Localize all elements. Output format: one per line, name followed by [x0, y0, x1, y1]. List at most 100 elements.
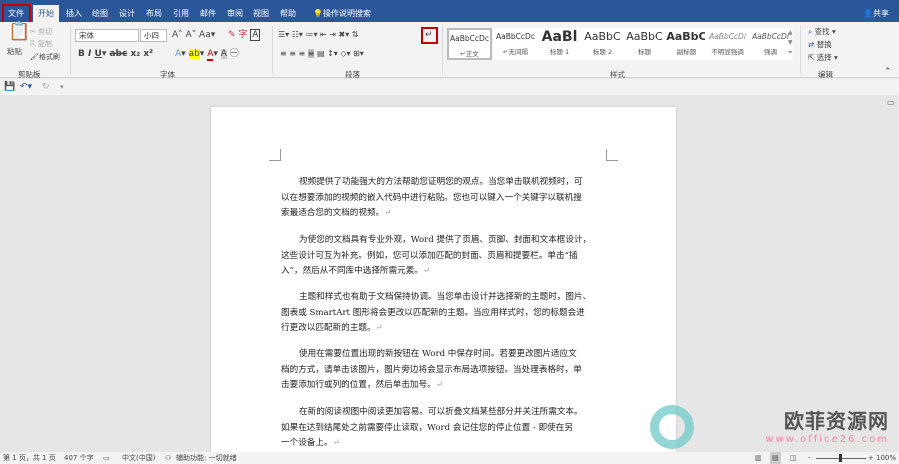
collapse-ribbon-icon[interactable]: ⌃: [884, 66, 892, 78]
styles-scroll[interactable]: ▲ ▼ ⏷: [788, 28, 793, 58]
style-no-spacing[interactable]: AaBbCcDc ↵无间隔: [493, 28, 538, 60]
text-effects-icons[interactable]: A▾ ab▾ A▾ A ㊀: [175, 48, 239, 61]
zoom-level[interactable]: 100%: [876, 452, 896, 464]
text-line: 入”，然后从不同库中选择所需元素。↵: [281, 266, 431, 276]
tab-design[interactable]: 设计: [114, 5, 140, 22]
list-icons[interactable]: ☰▾ ☷▾ ≔▾ ⇤ ⇥ ✖▾ ⇅: [278, 29, 358, 41]
select-label: 选择: [816, 53, 832, 62]
style-emphasis[interactable]: AaBbCcDi 强调: [748, 28, 793, 60]
font-size-select[interactable]: 小四: [140, 29, 167, 42]
text-line: 使用在需要位置出现的新按钮在 Word 中保存时间。若要更改图片适应文: [299, 349, 577, 359]
clear-format-icon[interactable]: ✎ 字 A: [228, 29, 261, 41]
alignment-icons[interactable]: ≡ ≡ ≡ ≡ ▤ ↕▾ ◇▾ ⊞▾: [280, 48, 364, 60]
style-heading-2[interactable]: AaBbC 标题 2: [580, 28, 625, 60]
style-preview: AaBbCcDi: [752, 32, 789, 41]
tab-insert[interactable]: 插入: [61, 5, 87, 22]
margin-mark: [606, 149, 618, 161]
style-preview: AaBbCcDi: [709, 32, 746, 41]
paragraph-mark: ↵: [384, 208, 392, 218]
text-line: 以在想要添加的视频的嵌入代码中进行粘贴。您也可以键入一个关键字以联机搜: [281, 192, 582, 203]
paragraph-mark: ↵: [422, 266, 431, 276]
ribbon-home: 📋 粘贴 ✂ 剪切 ⎘ 复制 🖌格式刷 剪贴板 宋体 小四 A˄ A˅ Aa▾ …: [0, 22, 899, 79]
zoom-in-button[interactable]: +: [868, 452, 874, 464]
zoom-slider-thumb[interactable]: [839, 454, 842, 462]
style-normal[interactable]: AaBbCcDc ↵正文: [447, 28, 492, 60]
accessibility-status[interactable]: 辅助功能: 一切就绪: [176, 452, 237, 464]
print-layout-icon[interactable]: ▤: [770, 452, 781, 464]
paragraph: 主题和样式也有助于文档保持协调。当您单击设计并选择新的主题时，图片、 图表或 Sm…: [281, 290, 611, 337]
format-painter-label: 格式刷: [38, 53, 60, 61]
paragraph: 为使您的文档具有专业外观，Word 提供了页眉、页脚、封面和文本框设计， 这些设计…: [281, 233, 611, 280]
status-bar: 第 1 页，共 1 页 407 个字 ▭ 中文(中国) ⚇ 辅助功能: 一切就绪…: [0, 452, 899, 464]
text-line: 这些设计可互为补充。例如，您可以添加匹配的封面、页眉和提要栏。单击“插: [281, 250, 578, 261]
select-button[interactable]: ⇱ 选择 ▾: [808, 52, 838, 64]
zoom-out-button[interactable]: -: [808, 452, 811, 464]
tab-help[interactable]: 帮助: [275, 5, 301, 22]
accessibility-icon: ⚇: [165, 454, 172, 462]
tab-references[interactable]: 引用: [168, 5, 194, 22]
tab-mailings[interactable]: 邮件: [195, 5, 221, 22]
divider: [272, 26, 273, 74]
divider: [70, 26, 71, 74]
text-line: 如果在达到结尾处之前需要停止读取，Word 会记住您的停止位置 - 即使在另: [281, 422, 573, 433]
paragraph: 使用在需要位置出现的新按钮在 Word 中保存时间。若要更改图片适应文档的方式，…: [281, 347, 611, 394]
web-layout-icon[interactable]: ◫: [790, 452, 797, 464]
font-grow-icon[interactable]: A˄ A˅ Aa▾: [172, 29, 215, 41]
language-indicator[interactable]: 中文(中国): [122, 452, 155, 464]
style-name: ↵正文: [460, 50, 479, 58]
word-count[interactable]: 407 个字: [64, 452, 94, 464]
margin-mark: [269, 149, 281, 161]
share-label: 共享: [872, 9, 889, 18]
ribbon-tabs: 文件 开始 插入 绘图 设计 布局 引用 邮件 审阅 视图 帮助 💡 操作说明搜…: [0, 0, 899, 22]
paragraph-mark: ↵: [332, 438, 340, 448]
style-preview: AaBl: [541, 29, 578, 45]
paragraph: 视频提供了功能强大的方法帮助您证明您的观点。当您单击联机视频时，可 以在想要添加的…: [281, 175, 611, 222]
format-painter-button[interactable]: 🖌格式刷: [30, 51, 60, 63]
document-page[interactable]: 视频提供了功能强大的方法帮助您证明您的观点。当您单击联机视频时，可 以在想要添加的…: [211, 107, 676, 452]
style-preview: AaBbC: [584, 30, 621, 43]
page-count[interactable]: 第 1 页，共 1 页: [3, 452, 56, 464]
tab-review[interactable]: 审阅: [222, 5, 248, 22]
font-name-select[interactable]: 宋体: [75, 29, 139, 42]
tab-draw[interactable]: 绘图: [87, 5, 113, 22]
ruler-toggle-icon[interactable]: ▭: [887, 97, 895, 109]
text-line: 为使您的文档具有专业外观，Word 提供了页眉、页脚、封面和文本框设计，: [299, 235, 592, 245]
divider: [800, 26, 801, 74]
style-preview: AaBbC: [626, 30, 663, 43]
share-button[interactable]: 👤共享: [858, 5, 894, 22]
text-line: 索最适合您的文档的视频。↵: [281, 208, 392, 218]
cut-button[interactable]: ✂ 剪切: [30, 26, 52, 38]
tab-view[interactable]: 视图: [248, 5, 274, 22]
divider: [442, 26, 443, 74]
tell-me-search[interactable]: 操作说明搜索: [318, 5, 376, 22]
watermark-logo: 欧菲资源网 www.office26.com: [650, 405, 889, 449]
font-format-icons[interactable]: B I U▾ abc x₂ x²: [78, 48, 153, 60]
style-name: ↵无间隔: [503, 48, 528, 56]
text-line: 在新的阅读视图中阅读更加容易。可以折叠文档某些部分并关注所需文本。: [299, 407, 583, 417]
customize-qat-icon[interactable]: ▾: [60, 81, 64, 93]
redo-icon[interactable]: ↻: [42, 81, 50, 93]
tab-layout[interactable]: 布局: [141, 5, 167, 22]
paragraph: 在新的阅读视图中阅读更加容易。可以折叠文档某些部分并关注所需文本。如果在达到结尾…: [281, 405, 611, 452]
text-line: 行更改以匹配新的主题。↵: [281, 323, 383, 333]
save-icon[interactable]: 💾: [4, 81, 15, 93]
style-subtitle[interactable]: AaBbC 副标题: [664, 28, 709, 60]
text-line: 击要添加行或列的位置，然后单击加号。↵: [281, 380, 443, 390]
style-name: 标题: [638, 48, 651, 56]
style-name: 标题 1: [549, 48, 570, 56]
undo-icon[interactable]: ↶▾: [20, 81, 32, 93]
copy-button[interactable]: ⎘ 复制: [30, 38, 52, 50]
text-line: 一个设备上。↵: [281, 438, 340, 448]
find-button[interactable]: ⌕ 查找 ▾: [808, 26, 836, 38]
proofing-icon[interactable]: ▭: [103, 452, 110, 464]
paste-button[interactable]: 粘贴: [7, 46, 22, 58]
read-mode-icon[interactable]: ▥: [755, 452, 762, 464]
tab-home[interactable]: 开始: [33, 5, 59, 22]
text-line: 图表或 SmartArt 图形将会更改以匹配新的主题。当应用样式时，您的标题会进: [281, 307, 585, 318]
text-line: 档的方式，请单击该图片，图片旁边将会显示布局选项按钮。当处理表格时，单: [281, 364, 582, 375]
replace-button[interactable]: ⇄ 替换: [808, 39, 832, 51]
style-subtle-emphasis[interactable]: AaBbCcDi 不明显强调: [705, 28, 750, 60]
style-heading-1[interactable]: AaBl 标题 1: [537, 28, 582, 60]
style-title[interactable]: AaBbC 标题: [622, 28, 667, 60]
quick-access-toolbar: 💾 ↶▾ ↻ ▾: [0, 79, 899, 95]
